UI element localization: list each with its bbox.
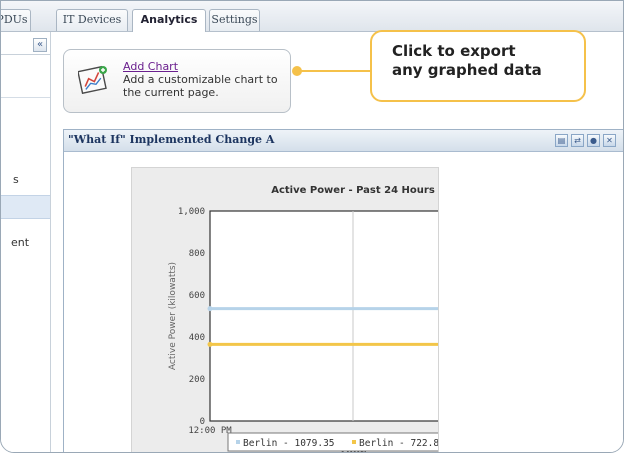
- active-power-chart: Active Power - Past 24 Hours020040060080…: [168, 185, 516, 452]
- panel-title: "What If" Implemented Change A: [68, 133, 275, 146]
- tab-analytics[interactable]: Analytics: [132, 9, 206, 32]
- callout-dot: [292, 66, 302, 76]
- legend-swatch: [236, 440, 240, 444]
- legend-swatch: [352, 440, 356, 444]
- left-pane-strip: [1, 69, 50, 98]
- chart-icon: [78, 65, 107, 94]
- left-pane-header: «: [1, 36, 50, 55]
- legend-label: Berlin - 1079.35: [243, 438, 335, 449]
- y-axis-label: Active Power (kilowatts): [168, 262, 178, 370]
- chart-title: Active Power - Past 24 Hours: [271, 185, 435, 196]
- settings-icon[interactable]: ●: [587, 134, 600, 147]
- y-tick-label: 200: [189, 375, 205, 385]
- close-icon[interactable]: ✕: [603, 134, 616, 147]
- chart-area: Active Power - Past 24 Hours 0 200 400 600 80…: [131, 167, 516, 452]
- refresh-icon[interactable]: ⇄: [571, 134, 584, 147]
- tab-it-devices[interactable]: IT Devices: [56, 9, 128, 31]
- left-pane-item-fragment: ent: [11, 236, 30, 249]
- left-pane-selected-item[interactable]: [1, 195, 50, 219]
- callout-connector: [299, 70, 371, 72]
- data-point: [207, 341, 213, 347]
- y-tick-label: 600: [189, 291, 205, 301]
- plot-area: [209, 210, 497, 422]
- chart-widget-panel: "What If" Implemented Change A ▤ ⇄ ● ✕ A…: [63, 129, 623, 452]
- callout-line-1: Click to export: [392, 42, 516, 60]
- panel-title-bar: "What If" Implemented Change A ▤ ⇄ ● ✕: [64, 130, 623, 152]
- left-pane: « s ent: [1, 32, 51, 452]
- data-point: [207, 306, 213, 312]
- tab-pdus[interactable]: PDUs: [1, 9, 31, 31]
- left-pane-item-fragment: s: [13, 173, 19, 186]
- y-tick-label: 1,000: [178, 207, 205, 217]
- add-chart-description: Add a customizable chart to the current …: [123, 73, 278, 99]
- callout-line-2: any graphed data: [392, 61, 542, 79]
- export-callout: Click to export any graphed data: [370, 30, 586, 102]
- y-tick-label: 400: [189, 333, 205, 343]
- x-tick-label: 12:00 PM: [188, 426, 232, 436]
- collapse-pane-button[interactable]: «: [33, 38, 47, 52]
- add-chart-link[interactable]: Add Chart: [123, 60, 178, 73]
- app-window: PDUs IT Devices Analytics Settings « s e…: [0, 0, 624, 453]
- export-icon[interactable]: ▤: [555, 134, 568, 147]
- legend-label: Berlin - 722.82: [359, 438, 438, 449]
- add-chart-card[interactable]: Add Chart Add a customizable chart to th…: [63, 49, 291, 113]
- y-tick-label: 800: [189, 249, 205, 259]
- tab-settings[interactable]: Settings: [209, 9, 260, 31]
- tab-bar: PDUs IT Devices Analytics Settings: [1, 1, 623, 32]
